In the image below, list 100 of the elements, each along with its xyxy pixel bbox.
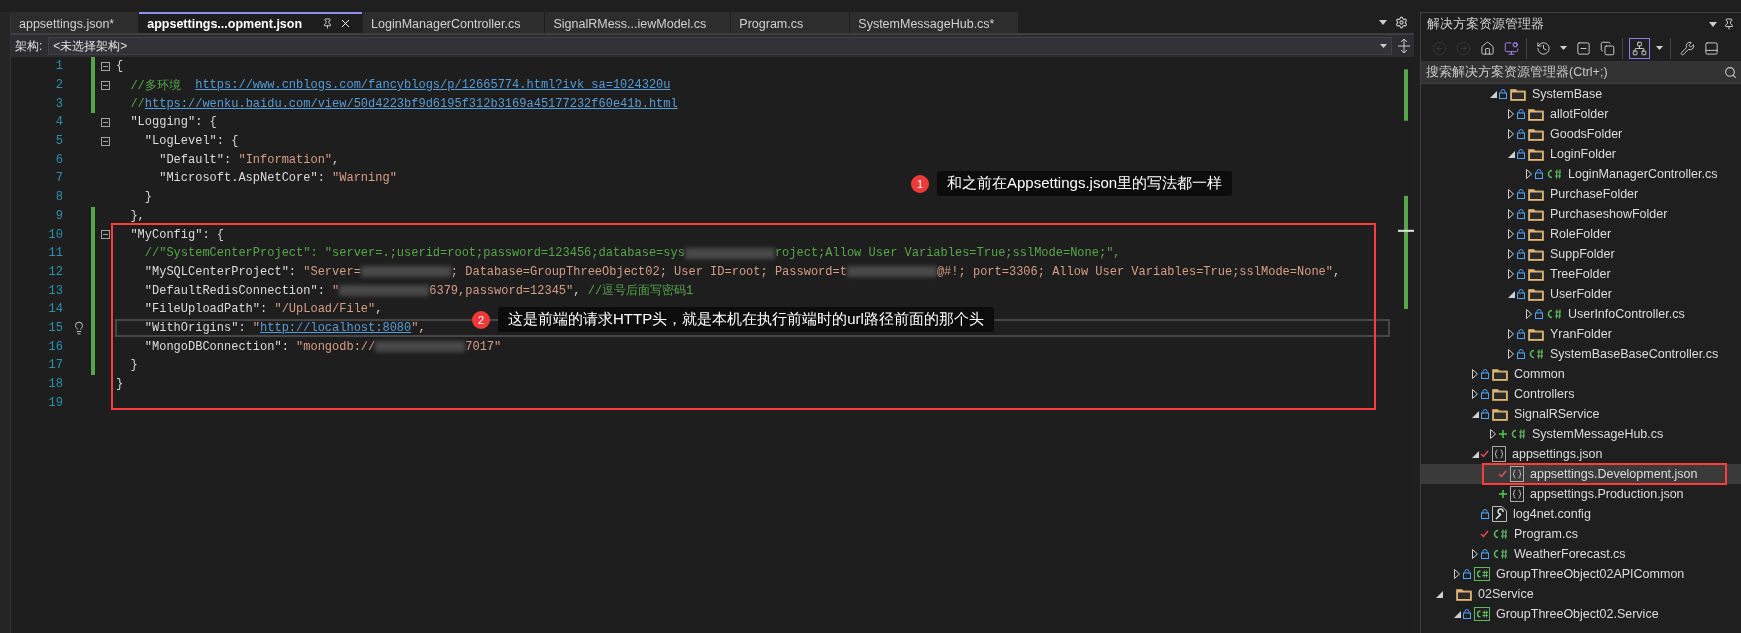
folder-icon [1528,227,1544,241]
tree-item[interactable]: 02Service [1421,584,1741,604]
tree-item[interactable]: allotFolder [1421,104,1741,124]
folder-icon [1528,187,1544,201]
fold-icon[interactable] [101,136,110,146]
collapsed-arrow-icon[interactable] [1472,549,1478,559]
dropdown-button[interactable] [1653,43,1666,53]
search-icon[interactable] [1724,65,1737,79]
tree-item[interactable]: appsettings.Production.json [1421,484,1741,504]
panel-title: 解决方案资源管理器 [1427,15,1544,33]
collapsed-arrow-icon[interactable] [1526,169,1532,179]
line-number: 1 [54,59,63,74]
dropdown-icon[interactable] [1709,21,1717,27]
fold-icon[interactable] [101,230,110,240]
collapsed-arrow-icon[interactable] [1508,249,1514,259]
tree-item[interactable]: PurchaseFolder [1421,184,1741,204]
collapsed-arrow-icon[interactable] [1472,389,1478,399]
collapsed-arrow-icon[interactable] [1508,189,1514,199]
code-link[interactable]: https://wenku.baidu.com/view/50d4223bf9d6195f312b3169a45177232f60e41b.html [144,96,678,111]
expanded-arrow-icon[interactable] [1489,90,1497,98]
fold-icon[interactable] [101,80,110,90]
dropdown-icon[interactable] [1379,20,1387,25]
csharp-file-icon [1528,348,1544,360]
editor-tab[interactable]: LoginManagerController.cs [363,12,545,33]
collapsed-arrow-icon[interactable] [1526,309,1532,319]
architecture-dropdown[interactable]: <未选择架构> [48,37,1392,55]
fold-icon[interactable] [101,61,110,71]
collapsed-arrow-icon[interactable] [1508,109,1514,119]
editor-tab[interactable]: Program.cs [731,12,850,33]
expanded-arrow-icon[interactable] [1471,410,1479,418]
tree-item[interactable]: Controllers [1421,384,1741,404]
tree-item[interactable]: appsettings.json [1421,444,1741,464]
line-number: 6 [54,152,63,167]
split-icon[interactable] [1398,39,1410,53]
collapsed-arrow-icon[interactable] [1508,229,1514,239]
tree-view-button[interactable] [1629,37,1650,59]
expanded-arrow-icon[interactable] [1507,150,1515,158]
expanded-arrow-icon[interactable] [1507,290,1515,298]
tree-item[interactable]: GoodsFolder [1421,124,1741,144]
tree-item[interactable]: UserInfoController.cs [1421,304,1741,324]
expanded-arrow-icon[interactable] [1453,610,1461,618]
settings-icon[interactable] [1395,16,1408,29]
tree-item[interactable]: RoleFolder [1421,224,1741,244]
search-field[interactable]: 搜索解决方案资源管理器(Ctrl+;) [1421,61,1741,84]
tree-item[interactable]: SuppFolder [1421,244,1741,264]
code-line: "FileUploadPath": "/UpLoad/File", [143,302,383,317]
csharp-file-icon [1546,308,1562,320]
collapsed-arrow-icon[interactable] [1490,429,1496,439]
code-link[interactable]: http://localhost:8080 [260,320,412,335]
collapsed-arrow-icon[interactable] [1508,129,1514,139]
code-line: "MongoDBConnection": "mongodb:// 7017" [143,339,502,354]
tree-item[interactable]: PurchaseshowFolder [1421,204,1741,224]
annotation-number: 2 [472,310,490,329]
collapsed-arrow-icon[interactable] [1508,329,1514,339]
editor-tab[interactable]: SystemMessageHub.cs* [850,12,1019,33]
expanded-arrow-icon[interactable] [1471,450,1479,458]
pin-icon[interactable] [322,18,334,29]
tree-item[interactable]: Common [1421,364,1741,384]
tree-item[interactable]: TreeFolder [1421,264,1741,284]
tree-item[interactable]: GroupThreeObject02.Service [1421,604,1741,624]
dropdown-button[interactable] [1557,43,1570,53]
json-file-icon [1510,466,1524,482]
collapsed-arrow-icon[interactable] [1508,209,1514,219]
annotation-note: 这是前端的请求HTTP头，就是本机在执行前端时的url路径前面的那个头 [498,307,994,332]
collapsed-arrow-icon[interactable] [1472,369,1478,379]
tree-item[interactable]: UserFolder [1421,284,1741,304]
editor-tab[interactable]: SignalRMess...iewModel.cs [545,12,731,33]
collapsed-arrow-icon[interactable] [1508,349,1514,359]
tree-item[interactable]: SignalRService [1421,404,1741,424]
expanded-arrow-icon[interactable] [1435,590,1443,598]
collapsed-arrow-icon[interactable] [1508,269,1514,279]
tree-item[interactable]: LoginManagerController.cs [1421,164,1741,184]
tree-item[interactable]: WeatherForecast.cs [1421,544,1741,564]
csharp-file-icon [1492,548,1508,560]
tree-item[interactable]: appsettings.Development.json [1421,464,1741,484]
tree-item[interactable]: LoginFolder [1421,144,1741,164]
line-number: 5 [54,134,63,149]
lightbulb-icon[interactable] [72,320,86,335]
fold-icon[interactable] [101,117,110,127]
pin-icon[interactable] [1723,18,1735,30]
csharp-file-icon [1510,428,1526,440]
code-link[interactable]: https://www.cnblogs.com/fancyblogs/p/12665774.html?ivk_sa=1024320u [195,78,671,93]
code-line: { [116,59,124,74]
tree-item[interactable]: SystemBaseBaseController.cs [1421,344,1741,364]
tree-item[interactable]: YranFolder [1421,324,1741,344]
editor-tab[interactable]: appsettings.json* [11,12,139,33]
tree-item[interactable]: log4net.config [1421,504,1741,524]
editor-tab[interactable]: appsettings...opment.json [139,12,363,33]
folder-icon [1492,367,1508,381]
tree-item[interactable]: GroupThreeObject02APICommon [1421,564,1741,584]
tree-item[interactable]: SystemMessageHub.cs [1421,424,1741,444]
code-line: "WithOrigins": "http://localhost:8080", [143,320,426,335]
folder-icon [1528,267,1544,281]
architecture-label: 架构: [15,37,43,55]
code-line: "LogLevel": { [143,134,239,149]
csharp-file-icon [1546,168,1562,180]
collapsed-arrow-icon[interactable] [1454,569,1460,579]
code-line: "DefaultRedisConnection": " 6379,password=12345", //逗号后面写密码1 [143,282,694,300]
tree-item[interactable]: SystemBase [1421,84,1741,104]
tree-item[interactable]: Program.cs [1421,524,1741,544]
